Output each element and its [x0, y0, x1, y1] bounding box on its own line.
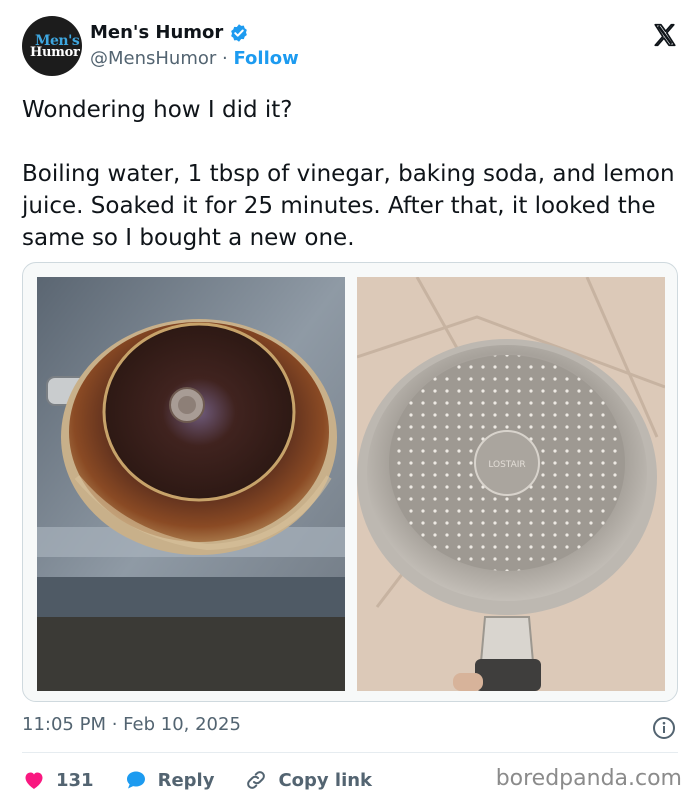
tweet-time: 11:05 PM	[22, 714, 106, 735]
pan-stamp-text: LOSTAIR	[488, 460, 525, 470]
divider	[22, 752, 678, 753]
tweet-header: Men's Humor Men's Humor @MensHumor · Fol…	[22, 14, 682, 78]
handle-separator: ·	[222, 48, 228, 69]
media-container[interactable]: LOSTAIR	[22, 262, 678, 702]
link-icon	[247, 771, 266, 789]
likes-count: 131	[56, 769, 94, 791]
x-logo-icon[interactable]	[652, 22, 678, 48]
verified-badge-icon	[231, 23, 248, 42]
reply-label: Reply	[157, 769, 215, 791]
new-pan-image: LOSTAIR	[357, 277, 665, 691]
heart-icon	[25, 772, 43, 789]
like-button[interactable]: 131	[22, 768, 94, 792]
watermark: boredpanda.com	[495, 766, 682, 791]
chat-bubble-icon	[126, 771, 145, 789]
display-name[interactable]: Men's Humor	[90, 22, 223, 43]
tweet-timestamp[interactable]: 11:05 PM · Feb 10, 2025	[22, 714, 241, 735]
tweet-date: Feb 10, 2025	[123, 714, 241, 735]
tweet-text: Wondering how I did it? Boiling water, 1…	[22, 97, 675, 251]
handle[interactable]: @MensHumor	[90, 48, 216, 69]
follow-button[interactable]: Follow	[233, 48, 298, 69]
reply-button[interactable]: Reply	[124, 768, 215, 792]
handle-row: @MensHumor · Follow	[90, 48, 299, 69]
copy-link-label: Copy link	[278, 769, 373, 791]
name-row: Men's Humor	[90, 22, 249, 43]
info-icon[interactable]	[652, 716, 676, 740]
avatar[interactable]: Men's Humor	[22, 16, 82, 76]
burnt-pan-image	[37, 277, 345, 691]
new-pan-photo[interactable]: LOSTAIR	[357, 277, 665, 691]
avatar-logo-humor: Humor	[30, 45, 80, 60]
meta-separator: ·	[105, 714, 124, 735]
burnt-pan-photo[interactable]	[37, 277, 345, 691]
copy-link-button[interactable]: Copy link	[244, 768, 372, 792]
action-bar: 131 Reply Copy link	[22, 766, 402, 794]
